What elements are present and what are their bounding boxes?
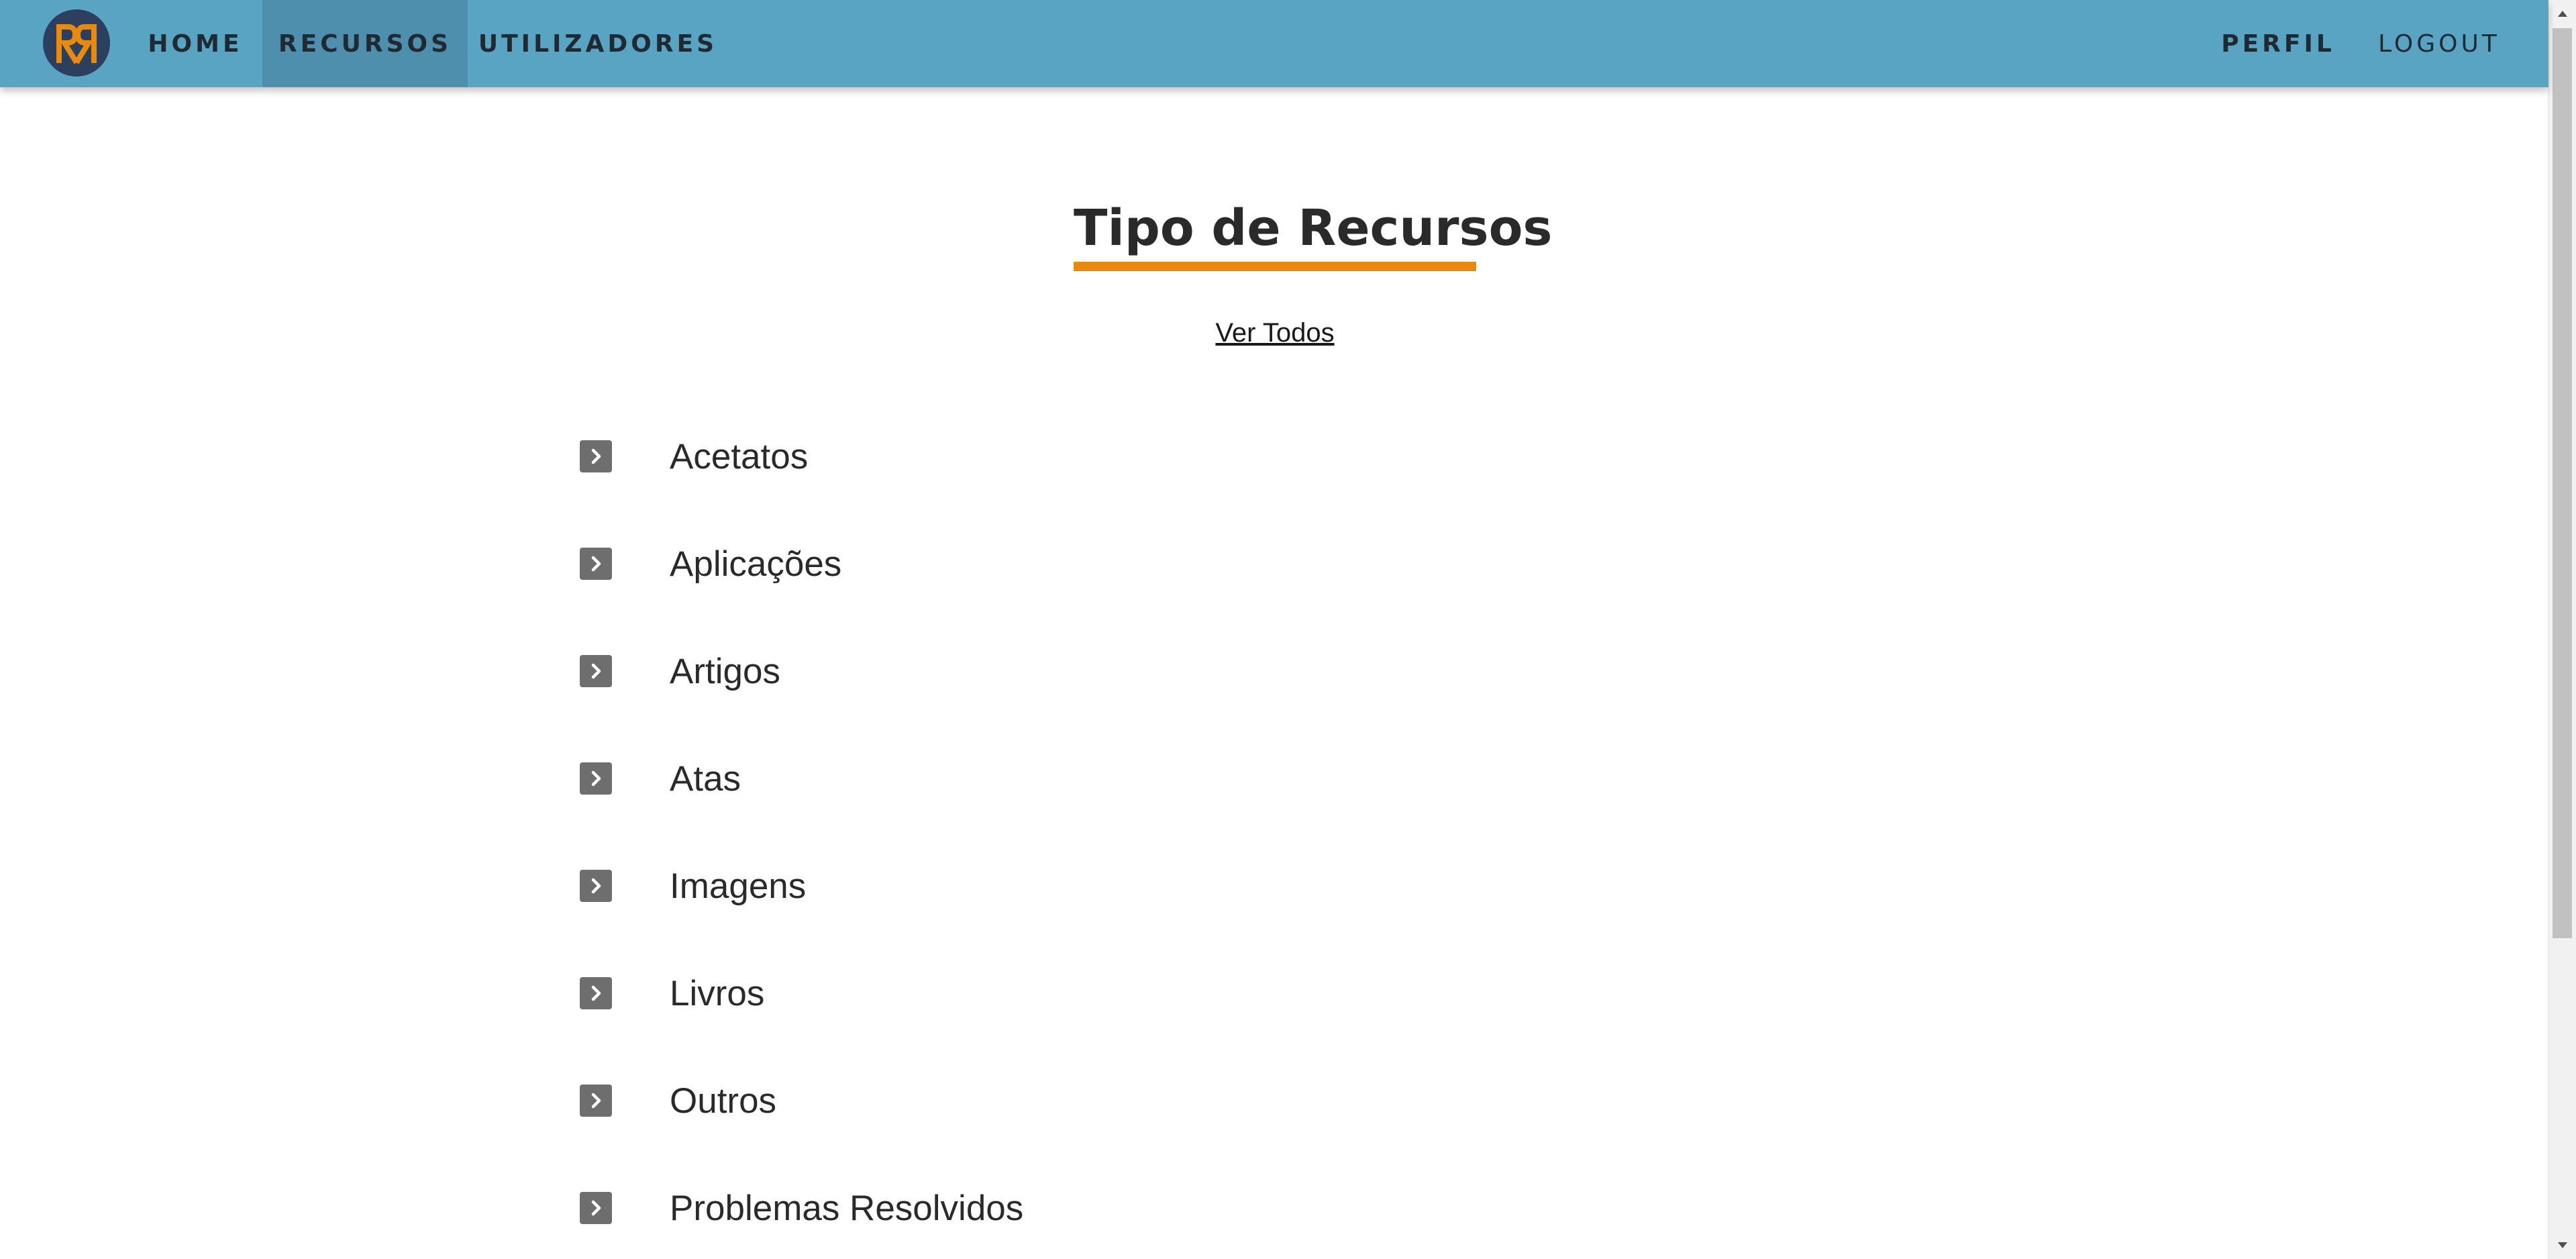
resource-type-item[interactable]: Livros <box>577 940 1023 1047</box>
scroll-up-arrow-icon[interactable] <box>2548 0 2576 27</box>
resource-type-item[interactable]: Artigos <box>577 617 1023 725</box>
resource-type-item[interactable]: Problemas Resolvidos <box>577 1154 1023 1259</box>
resource-type-item[interactable]: Atas <box>577 725 1023 832</box>
chevron-right-square-icon <box>580 548 612 580</box>
title-underline <box>1074 262 1476 271</box>
chevron-right-square-icon <box>580 1085 612 1117</box>
chevron-right-square-icon <box>580 977 612 1009</box>
resource-type-list: Acetatos Aplicações Artigos Atas Imagens Livr… <box>577 403 1023 1259</box>
vertical-scrollbar[interactable] <box>2548 0 2576 1259</box>
nav-recursos[interactable]: RECURSOS <box>262 0 468 87</box>
resource-type-label: Outros <box>670 1080 777 1121</box>
resource-type-label: Acetatos <box>670 436 809 476</box>
resource-type-label: Artigos <box>670 651 780 691</box>
resource-type-item[interactable]: Aplicações <box>577 510 1023 617</box>
nav-utilizadores[interactable]: UTILIZADORES <box>474 0 722 87</box>
resource-type-label: Atas <box>670 758 741 799</box>
page: HOME RECURSOS UTILIZADORES PERFIL LOGOUT… <box>0 0 2576 1259</box>
resource-type-label: Livros <box>670 973 765 1013</box>
top-navbar: HOME RECURSOS UTILIZADORES PERFIL LOGOUT <box>0 0 2548 87</box>
resource-type-label: Aplicações <box>670 544 842 584</box>
chevron-right-square-icon <box>580 440 612 472</box>
scrollbar-thumb[interactable] <box>2553 28 2572 938</box>
scroll-down-arrow-icon[interactable] <box>2548 1232 2576 1259</box>
nav-home[interactable]: HOME <box>132 0 259 87</box>
logo[interactable] <box>43 9 110 77</box>
chevron-right-square-icon <box>580 655 612 687</box>
title-section: Tipo de Recursos <box>1074 195 1553 271</box>
logo-rr-icon <box>56 24 97 64</box>
chevron-right-square-icon <box>580 870 612 902</box>
page-title: Tipo de Recursos <box>1074 199 1553 257</box>
nav-logout[interactable]: LOGOUT <box>2369 0 2510 87</box>
ver-todos-link[interactable]: Ver Todos <box>1141 318 1409 348</box>
resource-type-item[interactable]: Acetatos <box>577 403 1023 510</box>
chevron-right-square-icon <box>580 1192 612 1224</box>
resource-type-item[interactable]: Imagens <box>577 832 1023 940</box>
resource-type-label: Imagens <box>670 866 807 906</box>
nav-perfil[interactable]: PERFIL <box>2214 0 2342 87</box>
resource-type-label: Problemas Resolvidos <box>670 1188 1024 1228</box>
resource-type-item[interactable]: Outros <box>577 1047 1023 1154</box>
chevron-right-square-icon <box>580 762 612 795</box>
